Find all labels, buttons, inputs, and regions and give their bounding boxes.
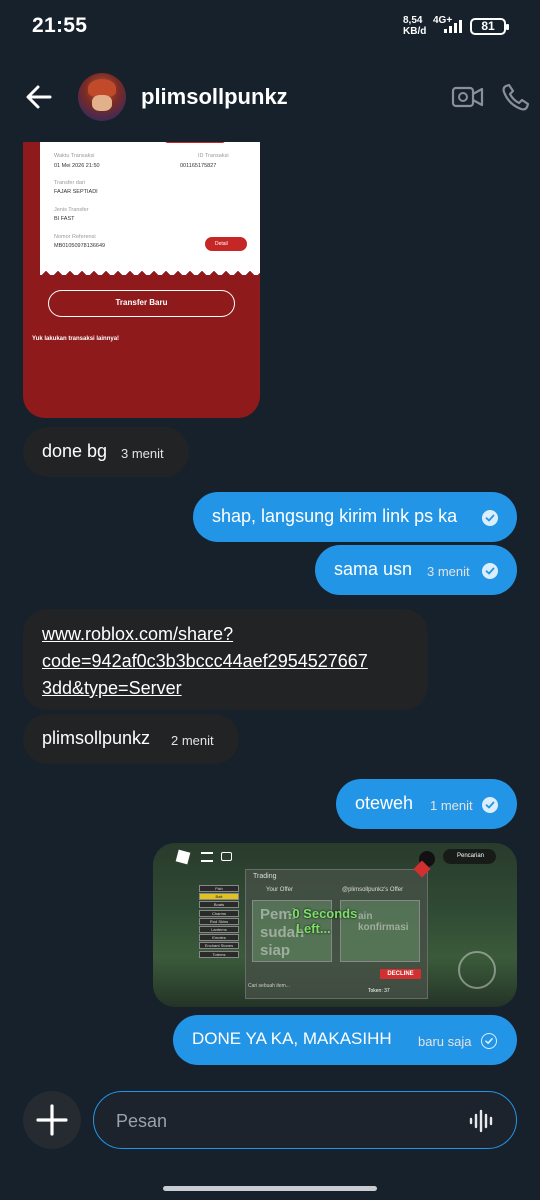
message-outgoing[interactable]: DONE YA KA, MAKASIHH baru saja — [173, 1015, 517, 1065]
receipt-transfer-button: Transfer Baru — [48, 290, 235, 317]
video-call-icon[interactable] — [451, 82, 485, 112]
receipt-type-value: BI FAST — [54, 216, 75, 222]
signal-icon — [444, 18, 462, 33]
message-text: shap, langsung kirim link ps ka — [212, 506, 458, 526]
message-text: sama usn — [334, 559, 413, 579]
receipt-more-text: Yuk lakukan transaksi lainnya! — [32, 336, 120, 342]
receipt-type-label: Jenis Transfer — [54, 207, 89, 213]
their-offer-label: @plimsollpunkz's Offer — [342, 887, 404, 893]
message-outgoing[interactable]: oteweh 1 menit — [336, 779, 517, 829]
message-input[interactable] — [116, 1106, 456, 1136]
trading-title: Trading — [253, 873, 277, 880]
status-time: 21:55 — [32, 14, 88, 37]
receipt-id-label: ID Transaksi — [198, 153, 229, 159]
message-incoming[interactable]: plimsollpunkz 2 menit — [23, 714, 239, 764]
joystick-icon — [458, 951, 496, 989]
message-incoming[interactable]: www.roblox.com/share? code=942af0c3b3bcc… — [23, 609, 428, 710]
net-speed-unit: KB/d — [403, 26, 427, 37]
game-menu-item: Enchant Stones — [199, 942, 239, 950]
message-link-line: www.roblox.com/share? — [42, 624, 234, 644]
battery-icon: 81 — [470, 18, 509, 35]
game-menu-item: Rod Skins — [199, 917, 239, 925]
game-menu-item: Lanterns — [199, 926, 239, 933]
message-outgoing[interactable]: sama usn 3 menit — [315, 545, 517, 595]
contact-name[interactable]: plimsollpunkz — [141, 84, 288, 110]
message-time: 2 menit — [171, 733, 214, 748]
countdown-line: Left... — [296, 921, 331, 936]
receipt-waktu-value: 01 Mei 2026 21:50 — [54, 163, 100, 169]
message-link[interactable]: www.roblox.com/share? code=942af0c3b3bcc… — [42, 621, 417, 702]
message-incoming[interactable]: done bg 3 menit — [23, 427, 189, 477]
receipt-ref-label: Nomor Referensi — [54, 234, 96, 240]
receipt-from-value: FAJAR SEPTIADI — [54, 189, 98, 195]
token-label: Token: 37 — [368, 988, 390, 994]
countdown-text: -0 Seconds Left... — [288, 906, 357, 936]
avatar[interactable] — [78, 73, 126, 121]
decline-button: DECLINE — [380, 969, 421, 979]
receipt-image[interactable]: Waktu Transaksi 01 Mei 2026 21:50 ID Tra… — [23, 142, 260, 418]
chat-icon — [221, 852, 232, 861]
game-menu-item: Fish — [199, 885, 239, 892]
roblox-logo-icon — [175, 849, 191, 865]
game-menu-item: Emotes — [199, 934, 239, 942]
read-check-icon — [482, 797, 498, 813]
countdown-line: -0 Seconds — [288, 906, 358, 921]
receipt-waktu-label: Waktu Transaksi — [54, 153, 95, 159]
status-bar: 21:55 8,54 KB/d 4G+ 81 — [0, 0, 540, 56]
receipt-detail-label: Detail — [215, 241, 228, 247]
game-menu-item: Totems — [199, 950, 239, 958]
game-menu-item: Charms — [199, 909, 239, 917]
read-check-icon — [482, 563, 498, 579]
message-composer[interactable] — [93, 1091, 517, 1149]
net-speed-value: 8,54 — [403, 15, 423, 26]
confirm-text: ain konfirmasi — [358, 911, 409, 933]
message-outgoing[interactable]: shap, langsung kirim link ps ka — [193, 492, 517, 542]
receipt-from-label: Transfer dari — [54, 180, 85, 186]
game-screenshot-image[interactable]: Pencarian Trading Your Offer @plimsollpu… — [153, 843, 517, 1007]
receipt-ref-value: MB01050978136649 — [54, 243, 106, 249]
message-time: baru saja — [418, 1034, 472, 1049]
receipt-detail-button: Detail — [205, 237, 247, 251]
message-time: 3 menit — [427, 564, 470, 579]
chat-header: plimsollpunkz — [0, 64, 540, 130]
network-speed: 8,54 KB/d — [403, 15, 426, 37]
receipt-paper: Waktu Transaksi 01 Mei 2026 21:50 ID Tra… — [40, 142, 260, 275]
plus-icon — [36, 1104, 68, 1136]
back-arrow-icon[interactable] — [22, 80, 58, 114]
attach-button[interactable] — [23, 1091, 81, 1149]
message-time: 1 menit — [430, 798, 473, 813]
message-time: 3 menit — [121, 446, 164, 461]
home-indicator[interactable] — [163, 1186, 377, 1191]
menu-icon — [201, 852, 213, 862]
token-value: 37 — [384, 988, 390, 994]
message-text: DONE YA KA, MAKASIHH — [192, 1029, 392, 1048]
message-link-line: 3dd&type=Server — [42, 678, 182, 698]
your-offer-label: Your Offer — [266, 887, 294, 893]
message-text: oteweh — [355, 793, 414, 813]
token-label-text: Token: — [368, 988, 383, 994]
read-check-icon — [482, 510, 498, 526]
sent-check-icon — [481, 1033, 497, 1049]
message-text: plimsollpunkz — [42, 728, 151, 748]
receipt-id-value: 001165175827 — [180, 163, 217, 169]
game-search-button: Pencarian — [443, 849, 496, 864]
phone-icon[interactable] — [500, 82, 534, 112]
message-text: done bg — [42, 441, 108, 461]
game-menu-item: Boats — [199, 901, 239, 909]
game-menu-item: Bait — [199, 893, 239, 901]
message-link-line: code=942af0c3b3bccc44aef2954527667 — [42, 651, 368, 671]
voice-message-icon[interactable] — [468, 1108, 496, 1134]
search-items-text: Cari sebuah item... — [248, 983, 290, 989]
